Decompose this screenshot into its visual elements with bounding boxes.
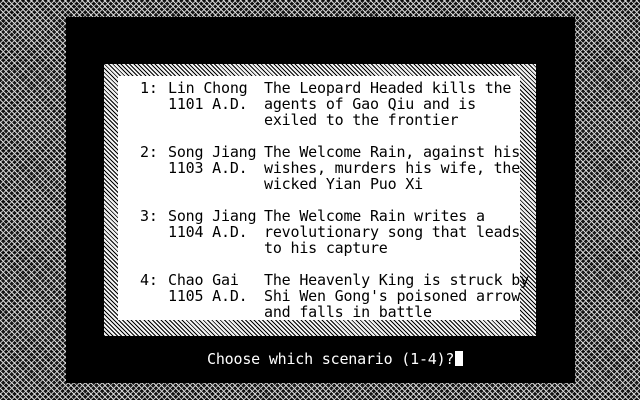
description-line: The Welcome Rain writes a <box>264 207 485 225</box>
description-line: The Leopard Headed kills the <box>264 79 512 97</box>
scenario-hero-name: Song Jiang <box>168 143 257 161</box>
scenario-year: 1105 A.D. <box>168 287 248 305</box>
description-line: wishes, murders his wife, the <box>264 159 521 177</box>
scenario-year: 1104 A.D. <box>168 223 248 241</box>
description-line: The Welcome Rain, against his <box>264 143 521 161</box>
scenario-number: 2: <box>140 143 158 161</box>
scenario-number: 3: <box>140 207 158 225</box>
description-line: revolutionary song that leads <box>264 223 521 241</box>
scenario-year: 1101 A.D. <box>168 95 248 113</box>
description-line: agents of Gao Qiu and is <box>264 95 476 113</box>
game-screen: 1: Lin Chong 1101 A.D. The Leopard Heade… <box>0 0 640 400</box>
scenario-description: The Heavenly King is struck by Shi Wen G… <box>264 271 529 321</box>
description-line: wicked Yian Puo Xi <box>264 175 423 193</box>
scenario-year: 1103 A.D. <box>168 159 248 177</box>
scenario-description: The Leopard Headed kills the agents of G… <box>264 80 514 128</box>
description-line: The Heavenly King is struck by <box>264 271 529 289</box>
scenario-number: 1: <box>140 79 158 97</box>
scenario-description: The Welcome Rain, against his wishes, mu… <box>264 143 521 193</box>
scenario-prompt[interactable]: Choose which scenario (1-4)? <box>207 350 464 368</box>
text-cursor <box>455 351 464 366</box>
description-line: exiled to the frontier <box>264 111 459 129</box>
description-line: to his capture <box>264 239 388 257</box>
scenario-hero-name: Chao Gai <box>168 271 239 289</box>
scenario-number: 4: <box>140 271 158 289</box>
description-line: Shi Wen Gong's poisoned arrow <box>264 287 521 305</box>
scenario-hero-name: Lin Chong <box>168 79 248 97</box>
scenario-description: The Welcome Rain writes a revolutionary … <box>264 207 521 257</box>
description-line: and falls in battle <box>264 303 432 321</box>
scenario-hero-name: Song Jiang <box>168 207 257 225</box>
prompt-text: Choose which scenario (1-4)? <box>207 350 455 368</box>
